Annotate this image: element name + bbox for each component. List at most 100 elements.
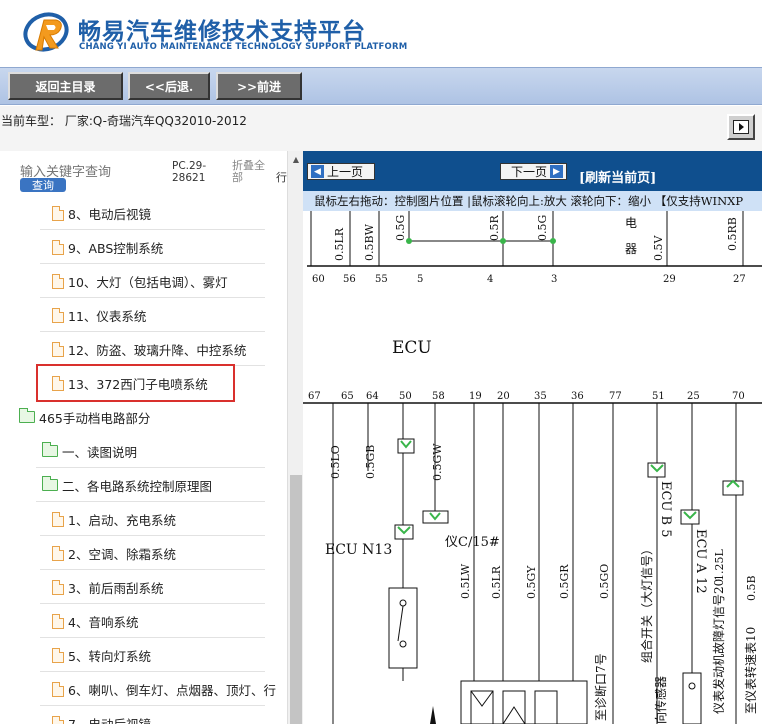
pin-label: 19: [469, 391, 482, 402]
ecu-label: ECU: [392, 338, 432, 358]
tacho-label: 至仪表转速表10: [743, 627, 758, 714]
document-icon: [52, 307, 64, 323]
pin-label: 35: [534, 391, 547, 402]
pin-label: 27: [733, 274, 746, 285]
tree-divider: [40, 603, 265, 604]
forward-button[interactable]: >>前进: [216, 72, 302, 100]
pin-label: 77: [609, 391, 622, 402]
tree-item-label: 3、前后雨刮系统: [68, 580, 164, 596]
tree-item-9[interactable]: 9、ABS控制系统: [52, 236, 163, 258]
document-icon: [52, 511, 64, 527]
collapse-all-link[interactable]: 折叠全部: [232, 160, 272, 184]
pin-label: 5: [417, 274, 423, 285]
tree-item-label: 4、音响系统: [68, 614, 139, 630]
search-row: 查询 PC.29-28621 折叠全部 行: [0, 151, 288, 197]
wire-label: 0.5GY: [525, 565, 538, 599]
pin-label: 51: [652, 391, 665, 402]
scrollbar-thumb[interactable]: [290, 475, 302, 724]
document-icon: [52, 239, 64, 255]
diag-port-label: 至诊断口7号: [593, 653, 608, 721]
pin-label: 25: [687, 391, 700, 402]
pin-label: 20: [497, 391, 510, 402]
tree-folder-465-manual[interactable]: 465手动档电路部分: [19, 406, 150, 428]
app-window: 畅易汽车维修技术支持平台 CHANG YI AUTO MAINTENANCE T…: [0, 0, 762, 724]
wire-label: 0.5GO: [598, 564, 611, 599]
tree-divider: [40, 535, 265, 536]
ecu-n13-label: ECU N13: [325, 542, 392, 558]
tree-item-label: 1、启动、充电系统: [68, 512, 176, 528]
pin-label: 3: [551, 274, 557, 285]
prev-page-label: 上一页: [327, 165, 364, 179]
tree-item-label: 6、喇叭、倒车灯、点烟器、顶灯、行: [68, 682, 276, 698]
tree-item-1[interactable]: 1、启动、充电系统: [52, 508, 176, 530]
wire-label: 0.5GW: [431, 443, 444, 481]
tree-scrollbar[interactable]: ▲: [287, 151, 303, 724]
site-header: 畅易汽车维修技术支持平台 CHANG YI AUTO MAINTENANCE T…: [0, 0, 762, 67]
tree-item-6[interactable]: 6、喇叭、倒车灯、点烟器、顶灯、行: [52, 678, 276, 700]
wire-label: 0.5B: [745, 575, 758, 601]
tree-item-7[interactable]: 7、电动后视镜: [52, 712, 151, 724]
wiring-diagram[interactable]: 0.5LR 0.5BW 0.5G 0.5R 0.5G 电 器 0.5V 0.5R…: [303, 211, 762, 724]
wire-label: 0.5GR: [558, 564, 571, 599]
document-icon: [52, 579, 64, 595]
tree-item-2[interactable]: 2、空调、除霜系统: [52, 542, 176, 564]
wire-label: 0.5R: [488, 215, 501, 241]
refresh-page-link[interactable]: [刷新当前页]: [579, 167, 656, 186]
panel-toggle-icon: [733, 120, 749, 134]
tree-folder-reading-guide[interactable]: 一、读图说明: [42, 440, 137, 462]
pin-label: 64: [366, 391, 379, 402]
diagram-viewer: ◀ 上一页 下一页 ▶ [刷新当前页] 鼠标左右拖动：控制图片位置 |鼠标滚轮向…: [303, 151, 762, 724]
pin-label: 58: [432, 391, 445, 402]
tree-divider: [36, 501, 265, 502]
wire-text: 器: [625, 242, 637, 256]
selection-highlight: [36, 364, 235, 402]
document-icon: [52, 273, 64, 289]
toggle-panel-button[interactable]: [727, 114, 755, 140]
pin-label: 67: [308, 391, 321, 402]
wire-label: 0.5LW: [459, 563, 472, 599]
wire-label: 0.5V: [652, 235, 665, 261]
tree-divider: [40, 229, 265, 230]
document-icon: [52, 341, 64, 357]
next-page-button[interactable]: 下一页 ▶: [500, 163, 567, 180]
tree-item-11[interactable]: 11、仪表系统: [52, 304, 146, 326]
wire-label: 0.5RB: [726, 217, 739, 251]
scroll-up-arrow-icon[interactable]: ▲: [288, 151, 304, 167]
tree-item-label: 9、ABS控制系统: [68, 240, 164, 256]
tree-item-3[interactable]: 3、前后雨刮系统: [52, 576, 163, 598]
prev-page-button[interactable]: ◀ 上一页: [307, 163, 375, 180]
pin-label: 70: [732, 391, 745, 402]
tree-item-12[interactable]: 12、防盗、玻璃升降、中控系统: [52, 338, 246, 360]
tree-item-10[interactable]: 10、大灯（包括电调）、雾灯: [52, 270, 228, 292]
pc-code-text: PC.29-28621: [172, 160, 207, 184]
tree-item-5[interactable]: 5、转向灯系统: [52, 644, 151, 666]
document-icon: [52, 715, 64, 724]
sensor-label: 向传感器: [653, 676, 668, 724]
tree-item-label: 二、各电路系统控制原理图: [62, 478, 213, 494]
row-cut-text: 行: [276, 171, 287, 184]
viewer-toolbar: ◀ 上一页 下一页 ▶ [刷新当前页]: [303, 151, 762, 191]
catalog-tree-panel: 查询 PC.29-28621 折叠全部 行 8、电动后视镜 9、ABS控制系统 …: [0, 151, 288, 724]
wire-label: 1.25L: [713, 549, 726, 581]
tree-folder-circuit-diagrams[interactable]: 二、各电路系统控制原理图: [42, 474, 212, 496]
current-model-bar: 当前车型： 厂家:Q-奇瑞汽车QQ32010-2012: [0, 106, 762, 151]
tree-item-4[interactable]: 4、音响系统: [52, 610, 138, 632]
pin-label: 36: [571, 391, 584, 402]
tree-divider: [40, 637, 265, 638]
arrow-right-icon: ▶: [550, 165, 563, 178]
pin-label: 50: [399, 391, 412, 402]
wire-label: 0.5G: [536, 215, 549, 241]
tree-item-label: 465手动档电路部分: [39, 410, 151, 426]
search-button[interactable]: 查询: [20, 178, 66, 192]
combo-switch-label: 组合开关（大灯信号）: [639, 543, 654, 663]
next-page-label: 下一页: [510, 165, 547, 179]
tree-item-label: 11、仪表系统: [68, 308, 147, 324]
tree-item-label: 2、空调、除霜系统: [68, 546, 176, 562]
tree-item-8[interactable]: 8、电动后视镜: [52, 202, 151, 224]
folder-icon: [42, 476, 58, 491]
home-button[interactable]: 返回主目录: [8, 72, 123, 100]
tree-divider: [40, 331, 265, 332]
tree-divider: [40, 297, 265, 298]
brand-title: 畅易汽车维修技术支持平台: [78, 19, 366, 45]
back-button[interactable]: <<后退.: [128, 72, 210, 100]
